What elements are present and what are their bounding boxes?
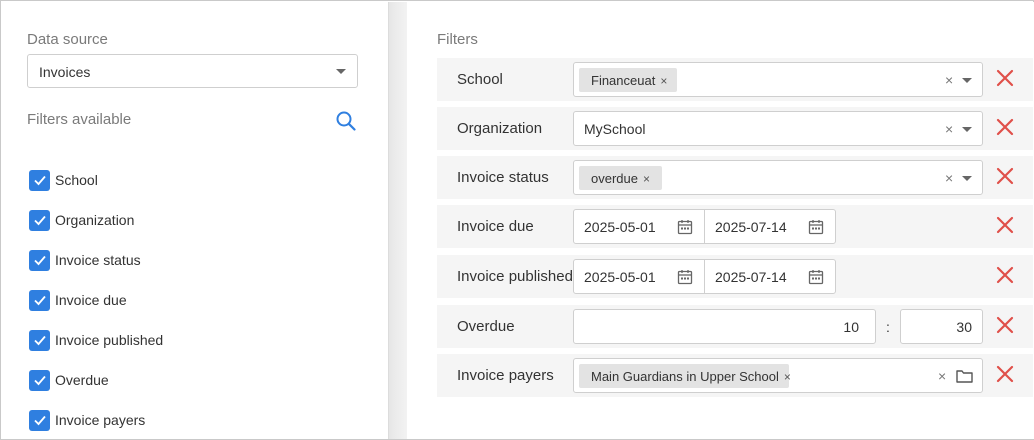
check-icon bbox=[33, 295, 46, 306]
right-panel: Filters School Financeuat × × Organizatio… bbox=[407, 2, 1034, 439]
check-icon bbox=[33, 175, 46, 186]
number-value: 10 bbox=[843, 319, 859, 335]
date-value: 2025-05-01 bbox=[584, 219, 656, 235]
filter-label: Organization bbox=[457, 120, 543, 137]
filter-row-invoice-published: Invoice published 2025-05-01 2025-07-14 bbox=[437, 255, 1033, 298]
filter-checkbox-invoice-payers[interactable]: Invoice payers bbox=[29, 409, 145, 431]
check-icon bbox=[33, 215, 46, 226]
check-icon bbox=[33, 255, 46, 266]
filter-checkbox-school[interactable]: School bbox=[29, 169, 98, 191]
remove-icon[interactable] bbox=[995, 117, 1015, 137]
filter-row-overdue: Overdue 10 : 30 bbox=[437, 305, 1033, 348]
organization-select[interactable]: MySchool × bbox=[573, 111, 983, 146]
chevron-down-icon[interactable] bbox=[962, 176, 972, 181]
data-source-value: Invoices bbox=[39, 64, 91, 80]
filter-checkbox-organization[interactable]: Organization bbox=[29, 209, 134, 231]
tag-remove-icon[interactable]: × bbox=[660, 74, 667, 88]
filter-label: Invoice payers bbox=[457, 367, 554, 384]
filter-label: Overdue bbox=[457, 318, 515, 335]
checkbox[interactable] bbox=[29, 329, 50, 351]
checkbox-label: School bbox=[55, 172, 98, 188]
panel-splitter[interactable] bbox=[388, 2, 407, 439]
remove-icon[interactable] bbox=[995, 68, 1015, 88]
tag-label: Main Guardians in Upper School bbox=[591, 369, 779, 384]
checkbox[interactable] bbox=[29, 209, 50, 231]
filter-label: School bbox=[457, 71, 503, 88]
clear-icon[interactable]: × bbox=[945, 170, 953, 186]
calendar-icon[interactable] bbox=[808, 269, 824, 285]
clear-icon[interactable]: × bbox=[945, 72, 953, 88]
number-value: 30 bbox=[956, 319, 972, 335]
checkbox-label: Overdue bbox=[55, 372, 109, 388]
date-value: 2025-05-01 bbox=[584, 269, 656, 285]
remove-icon[interactable] bbox=[995, 265, 1015, 285]
tag-label: Financeuat bbox=[591, 73, 656, 88]
data-source-label: Data source bbox=[27, 31, 108, 48]
checkbox-label: Invoice published bbox=[55, 332, 164, 348]
filter-label: Invoice status bbox=[457, 169, 549, 186]
calendar-icon[interactable] bbox=[677, 219, 693, 235]
chevron-down-icon[interactable] bbox=[962, 127, 972, 132]
check-icon bbox=[33, 415, 46, 426]
clear-icon[interactable]: × bbox=[938, 368, 946, 384]
checkbox[interactable] bbox=[29, 409, 50, 431]
invoice-payers-picker[interactable]: Main Guardians in Upper School × × bbox=[573, 358, 983, 393]
range-separator: : bbox=[886, 319, 890, 335]
date-value: 2025-07-14 bbox=[715, 269, 787, 285]
chevron-down-icon[interactable] bbox=[962, 78, 972, 83]
check-icon bbox=[33, 375, 46, 386]
window: Data source Invoices Filters available S… bbox=[0, 0, 1034, 440]
checkbox[interactable] bbox=[29, 289, 50, 311]
selected-tag: Financeuat × bbox=[579, 68, 677, 92]
check-icon bbox=[33, 335, 46, 346]
search-icon[interactable] bbox=[335, 110, 357, 132]
tag-remove-icon[interactable]: × bbox=[784, 370, 791, 384]
filter-checkbox-overdue[interactable]: Overdue bbox=[29, 369, 109, 391]
filter-row-organization: Organization MySchool × bbox=[437, 107, 1033, 150]
invoice-status-multiselect[interactable]: overdue × × bbox=[573, 160, 983, 195]
invoice-published-to-date[interactable]: 2025-07-14 bbox=[704, 259, 836, 294]
tag-remove-icon[interactable]: × bbox=[643, 172, 650, 186]
selected-tag: Main Guardians in Upper School × bbox=[579, 364, 791, 388]
checkbox[interactable] bbox=[29, 249, 50, 271]
filter-checkbox-invoice-status[interactable]: Invoice status bbox=[29, 249, 141, 271]
filter-label: Invoice due bbox=[457, 218, 534, 235]
filters-available-label: Filters available bbox=[27, 111, 132, 128]
checkbox-label: Invoice status bbox=[55, 252, 141, 268]
clear-icon[interactable]: × bbox=[945, 121, 953, 137]
filter-checkbox-invoice-due[interactable]: Invoice due bbox=[29, 289, 127, 311]
filter-row-invoice-payers: Invoice payers Main Guardians in Upper S… bbox=[437, 354, 1033, 397]
filter-label: Invoice published bbox=[457, 268, 573, 285]
date-value: 2025-07-14 bbox=[715, 219, 787, 235]
invoice-due-from-date[interactable]: 2025-05-01 bbox=[573, 209, 705, 244]
remove-icon[interactable] bbox=[995, 215, 1015, 235]
filter-row-invoice-status: Invoice status overdue × × bbox=[437, 156, 1033, 199]
tag-label: overdue bbox=[591, 171, 638, 186]
checkbox[interactable] bbox=[29, 169, 50, 191]
calendar-icon[interactable] bbox=[677, 269, 693, 285]
school-multiselect[interactable]: Financeuat × × bbox=[573, 62, 983, 97]
invoice-published-from-date[interactable]: 2025-05-01 bbox=[573, 259, 705, 294]
remove-icon[interactable] bbox=[995, 166, 1015, 186]
filters-title: Filters bbox=[437, 31, 478, 48]
overdue-min-input[interactable]: 10 bbox=[573, 309, 876, 344]
chevron-down-icon bbox=[336, 69, 346, 74]
remove-icon[interactable] bbox=[995, 364, 1015, 384]
folder-icon[interactable] bbox=[956, 369, 973, 383]
selected-tag: overdue × bbox=[579, 166, 662, 190]
checkbox-label: Invoice payers bbox=[55, 412, 146, 428]
invoice-due-to-date[interactable]: 2025-07-14 bbox=[704, 209, 836, 244]
checkbox-label: Organization bbox=[55, 212, 135, 228]
filter-row-school: School Financeuat × × bbox=[437, 58, 1033, 101]
left-panel: Data source Invoices Filters available S… bbox=[2, 2, 388, 439]
checkbox[interactable] bbox=[29, 369, 50, 391]
checkbox-label: Invoice due bbox=[55, 292, 127, 308]
overdue-max-input[interactable]: 30 bbox=[900, 309, 983, 344]
remove-icon[interactable] bbox=[995, 315, 1015, 335]
data-source-select[interactable]: Invoices bbox=[27, 54, 358, 88]
calendar-icon[interactable] bbox=[808, 219, 824, 235]
filter-checkbox-invoice-published[interactable]: Invoice published bbox=[29, 329, 163, 351]
organization-value: MySchool bbox=[584, 121, 646, 137]
filter-row-invoice-due: Invoice due 2025-05-01 2025-07-14 bbox=[437, 205, 1033, 248]
